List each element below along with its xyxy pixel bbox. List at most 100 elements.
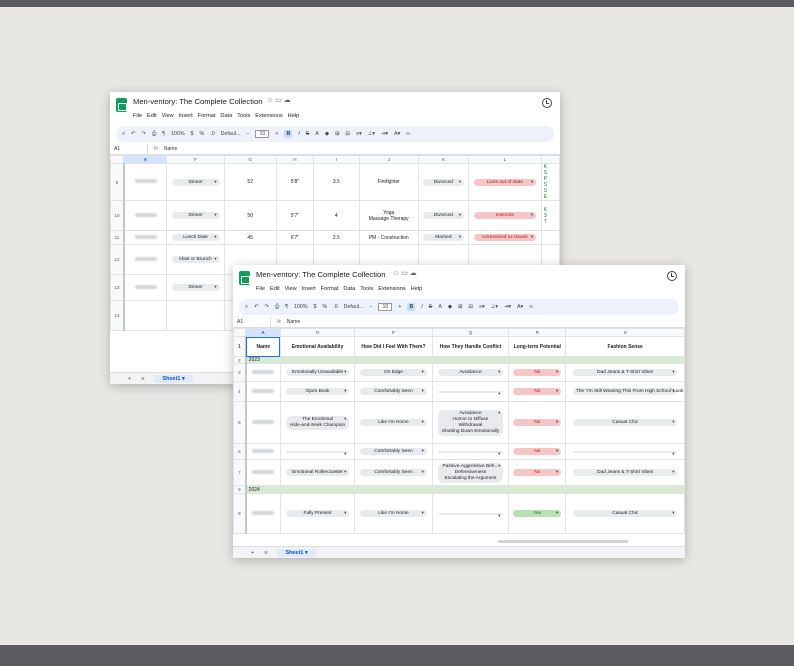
occupation-cell[interactable]: Yoga Massage Therapy <box>358 200 419 231</box>
column-title[interactable]: How Did I Feel With Them? <box>354 336 433 357</box>
year-filler-cell[interactable] <box>431 356 510 364</box>
potential-chip[interactable]: No <box>513 469 562 476</box>
document-title[interactable]: Men-ventory: The Complete Collection <box>133 97 262 106</box>
availability-chip[interactable] <box>285 450 350 457</box>
potential-chip[interactable]: No <box>513 369 562 376</box>
name-cell[interactable] <box>123 163 168 201</box>
fashion-cell[interactable]: Casual Chic <box>565 493 685 534</box>
feeling-cell[interactable]: Comfortably Seen <box>354 381 433 402</box>
year-filler-cell[interactable] <box>508 356 567 364</box>
fashion-cell[interactable]: Dad Jeans & T-Shirt Vibes <box>565 459 685 486</box>
menu-file[interactable]: File <box>133 113 142 119</box>
cell-h[interactable]: 6'7" <box>275 230 315 245</box>
potential-chip[interactable]: No <box>513 448 562 455</box>
print-icon[interactable]: ⎙ <box>152 131 156 138</box>
year-filler-cell[interactable] <box>279 356 356 364</box>
availability-chip[interactable]: Emotionally Unavailable <box>285 369 350 376</box>
redo-icon[interactable]: ↷ <box>141 131 145 137</box>
column-header-s[interactable]: S <box>565 328 685 337</box>
row-number[interactable]: 1 <box>233 336 247 357</box>
flag-chip[interactable]: Insecure <box>473 212 537 219</box>
conflict-cell[interactable]: Avoidance Humor to Diffuse Withdrawal Shutt… <box>431 401 510 444</box>
valign-icon[interactable]: ⊥▾ <box>491 304 498 310</box>
conflict-chip[interactable] <box>437 512 504 519</box>
feeling-cell[interactable]: On Edge <box>354 363 433 382</box>
name-cell[interactable] <box>123 244 168 275</box>
borders-icon[interactable]: ⊞ <box>458 304 462 310</box>
feeling-chip[interactable]: Like I'm Home <box>360 419 427 426</box>
menu-extensions[interactable]: Extensions <box>255 113 282 119</box>
fashion-chip[interactable]: Casual Chic <box>572 510 678 517</box>
horizontal-scrollbar[interactable] <box>498 540 628 543</box>
text-color-icon[interactable]: A <box>438 304 442 310</box>
menu-extensions[interactable]: Extensions <box>378 286 405 292</box>
add-sheet-icon[interactable]: + <box>251 550 254 556</box>
cell-g[interactable]: 50 <box>223 200 277 231</box>
conflict-chip[interactable]: Passive-Aggressive Beh... Defensiveness Es… <box>437 462 504 483</box>
potential-chip[interactable]: No <box>513 388 562 395</box>
flag-chip[interactable]: Lives out of state <box>473 178 537 186</box>
name-cell[interactable] <box>245 401 281 444</box>
flag-cell[interactable]: Unresolved ex issues <box>467 230 542 245</box>
fashion-cell[interactable]: The 'I'm Still Wearing This From High Sc… <box>565 381 685 402</box>
name-cell[interactable] <box>245 493 281 534</box>
strikethrough-button[interactable]: S <box>306 131 310 137</box>
name-cell[interactable] <box>245 443 281 460</box>
align-icon[interactable]: ≡▾ <box>356 131 362 137</box>
name-cell[interactable] <box>245 459 281 486</box>
row-number[interactable]: 2 <box>233 356 247 364</box>
add-sheet-icon[interactable]: + <box>128 376 131 382</box>
link-icon[interactable]: ∞ <box>406 131 410 137</box>
year-filler-cell[interactable] <box>354 485 433 494</box>
year-filler-cell[interactable] <box>508 485 567 494</box>
paint-format-icon[interactable]: ¶ <box>285 304 288 310</box>
cell-i[interactable]: 4 <box>313 200 360 231</box>
date-type-chip[interactable]: Dinner <box>171 284 220 291</box>
menu-view[interactable]: View <box>162 113 174 119</box>
status-cell[interactable]: Divorced <box>417 163 469 201</box>
cell-g[interactable]: 52 <box>223 163 277 201</box>
fashion-cell[interactable] <box>565 443 685 460</box>
corner-cell[interactable] <box>110 155 125 164</box>
link-icon[interactable]: ∞ <box>529 304 533 310</box>
occupation-cell[interactable]: Firefighter <box>358 163 419 201</box>
date-type-chip[interactable]: Lunch Date <box>171 234 220 241</box>
fashion-chip[interactable]: The 'I'm Still Wearing This From High Sc… <box>572 388 684 395</box>
date-type-cell[interactable]: Dinner <box>166 163 225 201</box>
fill-color-icon[interactable]: ◆ <box>325 131 329 137</box>
date-type-cell[interactable] <box>166 300 225 331</box>
menu-format[interactable]: Format <box>198 113 216 119</box>
emotional-availability-cell[interactable]: Fully Present <box>279 493 356 534</box>
flag-cell[interactable]: Lives out of state <box>467 163 542 201</box>
bold-button[interactable]: B <box>284 130 293 138</box>
cell-m[interactable]: KST <box>540 200 560 231</box>
sheets-logo-icon[interactable] <box>239 271 250 285</box>
availability-chip[interactable]: The Emotional Hide-and-Seek Champion <box>285 415 350 430</box>
name-cell[interactable] <box>123 300 168 331</box>
feeling-chip[interactable]: Comfortably Seen <box>360 448 427 455</box>
fashion-chip[interactable]: Dad Jeans & T-Shirt Vibes <box>572 369 678 376</box>
font-size-decrease[interactable]: − <box>369 304 372 310</box>
potential-cell[interactable]: No <box>508 401 567 444</box>
tab-sheet1[interactable]: Sheet1 ▾ <box>277 548 316 557</box>
row-number[interactable]: 8 <box>233 485 247 494</box>
conflict-cell[interactable]: Avoidance <box>431 363 510 382</box>
conflict-cell[interactable] <box>431 443 510 460</box>
document-title[interactable]: Men-ventory: The Complete Collection <box>256 270 385 279</box>
potential-cell[interactable]: Yes <box>508 493 567 534</box>
menu-data[interactable]: Data <box>220 113 232 119</box>
status-cell[interactable]: Married <box>417 230 469 245</box>
font-size-input[interactable]: 10 <box>255 130 270 138</box>
rotate-icon[interactable]: A▾ <box>394 131 400 137</box>
font-select[interactable]: Defaul... <box>344 304 364 310</box>
menu-tools[interactable]: Tools <box>237 113 250 119</box>
name-cell[interactable] <box>245 381 281 402</box>
name-cell[interactable] <box>123 200 168 231</box>
emotional-availability-cell[interactable]: Emotional Rollercoaster <box>279 459 356 486</box>
paint-format-icon[interactable]: ¶ <box>162 131 165 137</box>
strikethrough-button[interactable]: S <box>429 304 433 310</box>
text-color-icon[interactable]: A <box>315 131 319 137</box>
feeling-chip[interactable]: Comfortably Seen <box>360 469 427 476</box>
column-header-j[interactable]: J <box>358 155 419 164</box>
decimal-icon[interactable]: .0 <box>333 304 337 310</box>
